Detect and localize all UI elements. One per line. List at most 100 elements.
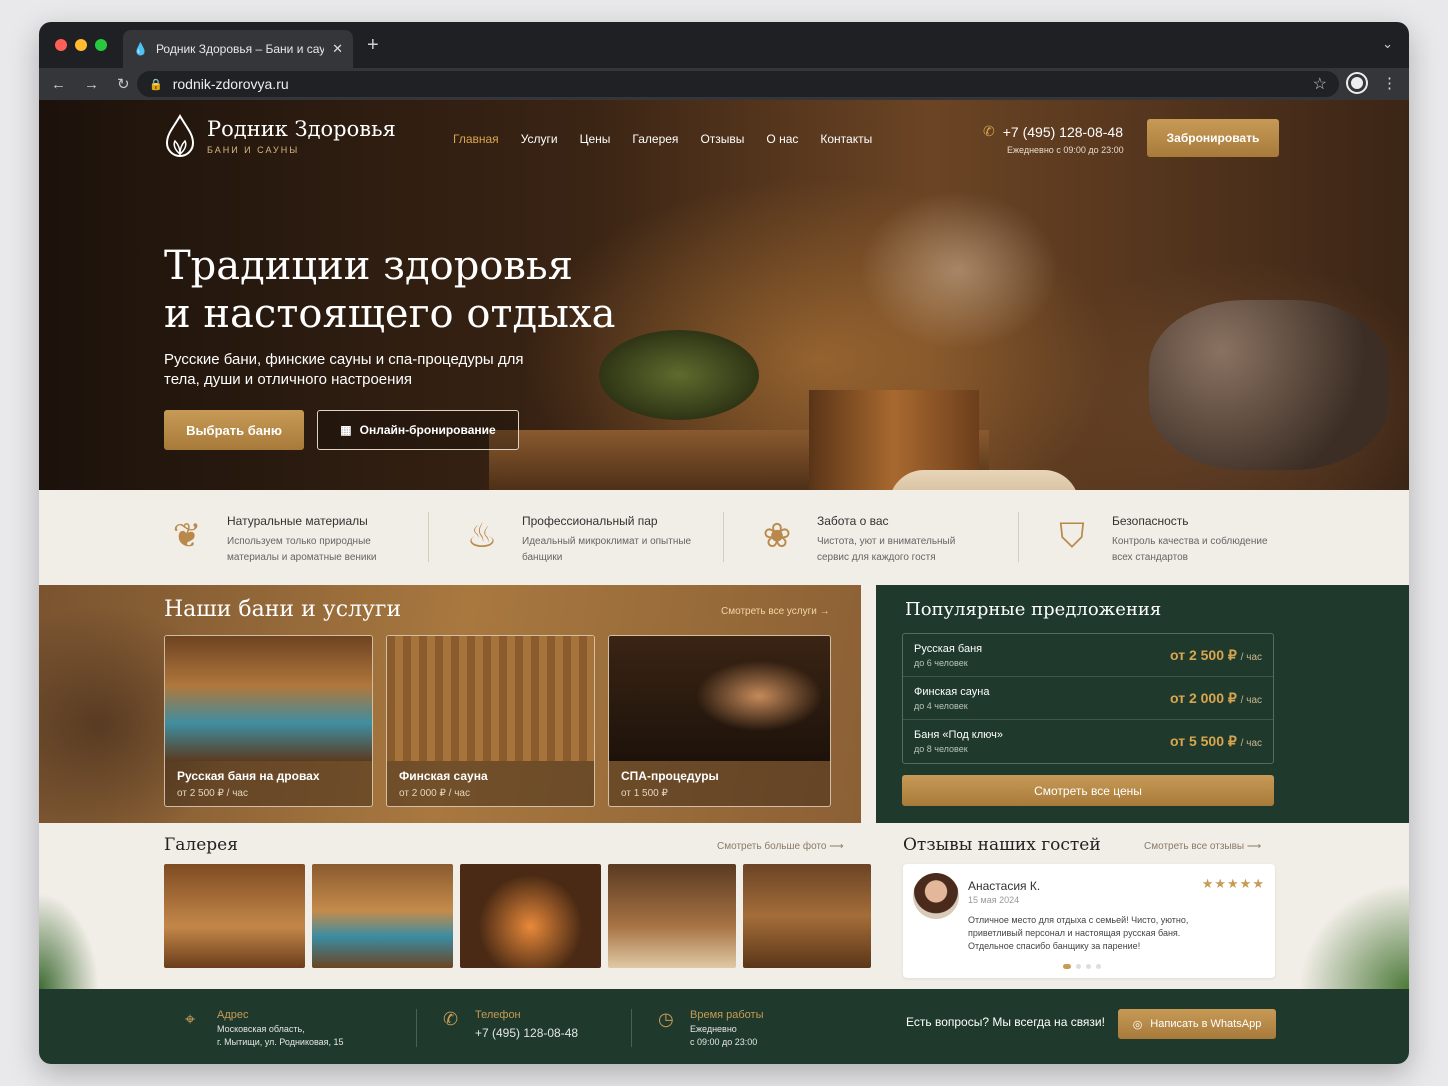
phone-icon: ✆: [443, 1009, 459, 1029]
tab-title: Родник Здоровья – Бани и сауны: [155, 42, 325, 56]
tab-search-chevron-icon[interactable]: ⌄: [1382, 36, 1393, 52]
new-tab-icon[interactable]: +: [367, 34, 379, 57]
choose-banya-button[interactable]: Выбрать баню: [164, 410, 304, 450]
popular-offers-section: Популярные предложения Русская баня до 6…: [876, 585, 1409, 823]
offers-title: Популярные предложения: [905, 599, 1162, 620]
feature-item: ⛉ Безопасность Контроль качества и соблю…: [1018, 490, 1343, 585]
nav-about[interactable]: О нас: [766, 132, 798, 146]
header-phone-number[interactable]: +7 (495) 128-08-48: [1003, 124, 1123, 140]
nav-prices[interactable]: Цены: [580, 132, 611, 146]
footer-address: ⌖ Адрес Московская область, г. Мытищи, у…: [185, 1009, 344, 1049]
feature-title: Профессиональный пар: [522, 514, 658, 528]
whatsapp-button[interactable]: ◎ Написать в WhatsApp: [1118, 1009, 1276, 1039]
carousel-dot[interactable]: [1063, 964, 1071, 969]
service-card-spa[interactable]: СПА-процедуры от 1 500 ₽: [608, 635, 831, 807]
offer-guests: до 4 человек: [914, 700, 968, 711]
carousel-dot[interactable]: [1076, 964, 1081, 969]
fern-decoration: [1299, 883, 1409, 989]
footer-phone: ✆ Телефон +7 (495) 128-08-48: [443, 1009, 578, 1040]
hero-title: Традиции здоровья и настоящего отдыха: [164, 242, 615, 338]
service-card-finnish-sauna[interactable]: Финская сауна от 2 000 ₽ / час: [386, 635, 595, 807]
footer-label: Телефон: [475, 1009, 521, 1021]
offer-price: от 2 000 ₽: [1170, 689, 1237, 706]
carousel-dot[interactable]: [1086, 964, 1091, 969]
book-button[interactable]: Забронировать: [1147, 119, 1279, 157]
all-services-link[interactable]: Смотреть все услуги →: [721, 606, 830, 617]
reviews-title: Отзывы наших гостей: [903, 835, 1101, 855]
close-window-button[interactable]: [55, 39, 67, 51]
review-text: Отличное место для отдыха с семьей! Чист…: [968, 915, 1189, 951]
footer-phone-number[interactable]: +7 (495) 128-08-48: [475, 1027, 578, 1040]
offer-row[interactable]: Финская сауна до 4 человек от 2 000 ₽ / …: [903, 677, 1273, 720]
footer-value: г. Мытищи, ул. Родниковая, 15: [217, 1037, 344, 1047]
nav-gallery[interactable]: Галерея: [632, 132, 678, 146]
calendar-icon: ▦: [340, 423, 352, 437]
gallery-photo[interactable]: [608, 864, 736, 968]
service-card-russian-banya[interactable]: Русская баня на дровах от 2 500 ₽ / час: [164, 635, 373, 807]
gallery-photo[interactable]: [312, 864, 453, 968]
site-logo[interactable]: Родник Здоровья БАНИ И САУНЫ: [163, 114, 396, 160]
hero-venik-decoration: [599, 330, 759, 420]
logo-drop-icon: [165, 114, 195, 157]
close-tab-icon[interactable]: ✕: [332, 41, 343, 57]
gallery-photo[interactable]: [460, 864, 601, 968]
gallery-title: Галерея: [164, 835, 238, 855]
address-bar[interactable]: 🔒 rodnik-zdorovya.ru ☆: [137, 71, 1339, 97]
offers-list: Русская баня до 6 человек от 2 500 ₽ / ч…: [902, 633, 1274, 764]
fern-decoration: [39, 893, 99, 989]
footer-label: Время работы: [690, 1009, 764, 1021]
gallery-photo[interactable]: [164, 864, 305, 968]
hero-section: Родник Здоровья БАНИ И САУНЫ Главная Усл…: [39, 100, 1409, 490]
header-hours: Ежедневно с 09:00 до 23:00: [1007, 145, 1124, 155]
offer-unit: / час: [1240, 738, 1262, 749]
offer-row[interactable]: Русская баня до 6 человек от 2 500 ₽ / ч…: [903, 634, 1273, 677]
browser-menu-icon[interactable]: ⋮: [1382, 74, 1397, 92]
lock-icon: 🔒: [149, 78, 163, 91]
window-controls: [55, 39, 107, 51]
feature-title: Безопасность: [1112, 514, 1189, 528]
more-photos-link[interactable]: Смотреть больше фото ⟶: [717, 841, 844, 852]
review-card: Анастасия К. 15 мая 2024 ★★★★★ Отличное …: [903, 864, 1275, 978]
reload-icon[interactable]: ↻: [117, 75, 130, 93]
location-pin-icon: ⌖: [185, 1009, 196, 1029]
footer-value: с 09:00 до 23:00: [690, 1037, 758, 1047]
header-contact: ✆ +7 (495) 128-08-48 Ежедневно с 09:00 д…: [983, 123, 1124, 155]
online-booking-button[interactable]: ▦ Онлайн-бронирование: [317, 410, 519, 450]
rating-stars-icon: ★★★★★: [1201, 876, 1265, 891]
avatar: [913, 873, 959, 919]
profile-avatar-icon[interactable]: [1348, 74, 1366, 92]
offer-guests: до 6 человек: [914, 657, 968, 668]
offer-unit: / час: [1240, 694, 1262, 706]
feature-title: Натуральные материалы: [227, 514, 368, 528]
nav-home[interactable]: Главная: [453, 132, 499, 146]
all-reviews-link[interactable]: Смотреть все отзывы ⟶: [1144, 841, 1261, 852]
all-prices-button[interactable]: Смотреть все цены: [902, 775, 1274, 806]
browser-tab[interactable]: 💧 Родник Здоровья – Бани и сауны ✕: [123, 30, 353, 68]
nav-services[interactable]: Услуги: [521, 132, 558, 146]
footer-divider: [416, 1009, 417, 1047]
footer-hours: ◷ Время работы Ежедневно с 09:00 до 23:0…: [658, 1009, 764, 1049]
lotus-icon: ❀: [762, 517, 792, 555]
feature-desc: Чистота, уют и внимательный сервис для к…: [817, 536, 956, 563]
carousel-dot[interactable]: [1096, 964, 1101, 969]
nav-contacts[interactable]: Контакты: [820, 132, 872, 146]
back-arrow-icon[interactable]: ←: [51, 76, 66, 93]
feature-item: ❀ Забота о вас Чистота, уют и внимательн…: [723, 490, 1048, 585]
forward-arrow-icon[interactable]: →: [84, 76, 99, 93]
offer-row[interactable]: Баня «Под ключ» до 8 человек от 5 500 ₽ …: [903, 720, 1273, 763]
footer-divider: [631, 1009, 632, 1047]
hero-title-line2: и настоящего отдыха: [164, 291, 616, 337]
clock-icon: ◷: [658, 1009, 674, 1029]
minimize-window-button[interactable]: [75, 39, 87, 51]
main-nav: Главная Услуги Цены Галерея Отзывы О нас…: [453, 132, 872, 146]
hero-stones-decoration: [1149, 300, 1389, 470]
nav-reviews[interactable]: Отзывы: [700, 132, 744, 146]
offer-name: Баня «Под ключ»: [914, 729, 1004, 741]
hero-towel-decoration: [889, 470, 1079, 490]
maximize-window-button[interactable]: [95, 39, 107, 51]
feature-desc: Используем только природные материалы и …: [227, 536, 377, 563]
feature-desc: Идеальный микроклимат и опытные банщики: [522, 536, 692, 563]
bookmark-star-icon[interactable]: ☆: [1313, 74, 1327, 94]
gallery-photo[interactable]: [743, 864, 871, 968]
footer-label: Адрес: [217, 1009, 249, 1021]
